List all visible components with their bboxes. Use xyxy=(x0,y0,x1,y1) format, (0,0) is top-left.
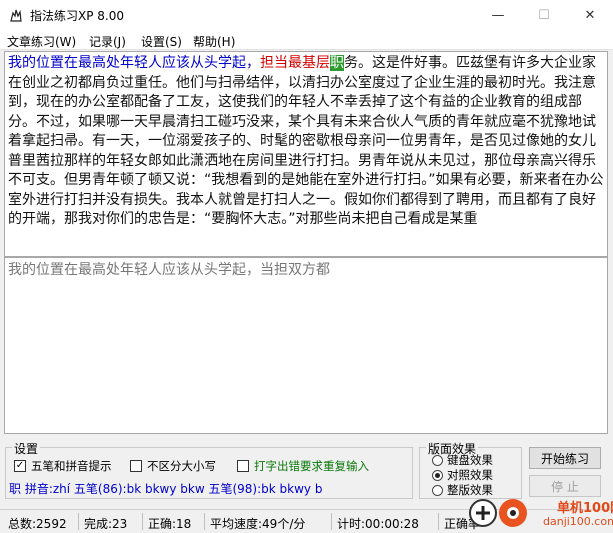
radio-on-icon xyxy=(432,469,443,481)
maximize-button[interactable]: ☐ xyxy=(521,0,567,30)
comparison-effect-label: 对照效果 xyxy=(447,468,493,482)
close-button[interactable]: ✕ xyxy=(567,0,613,30)
typed-input-text: 我的位置在最高处年轻人应该从头学起，当担双方都 xyxy=(8,262,330,278)
checkbox-empty-icon xyxy=(130,460,142,472)
wubi-pinyin-hint-label: 五笔和拼音提示 xyxy=(31,459,112,473)
reference-text-panel[interactable]: 我的位置在最高处年轻人应该从头学起，担当最基层职务。这是件好事。匹兹堡有许多大企… xyxy=(4,51,608,257)
case-insensitive-checkbox[interactable]: 不区分大小写 xyxy=(130,458,216,474)
status-completed: 完成:23 xyxy=(84,517,128,531)
typed-wrong-text: 担当最基层 xyxy=(260,55,330,71)
checkbox-empty-icon xyxy=(237,460,249,472)
watermark-logo-icon xyxy=(499,499,527,527)
settings-group: 设置 ✓ 五笔和拼音提示 不区分大小写 打字出错要求重复输入 职 拼音:zhí … xyxy=(5,440,413,499)
watermark-plus-icon xyxy=(469,499,497,527)
wubi-pinyin-hint-checkbox[interactable]: ✓ 五笔和拼音提示 xyxy=(14,458,112,474)
window-title: 指法练习XP 8.00 xyxy=(30,9,124,23)
remaining-text: 务。这是件好事。匹兹堡有许多大企业家在创业之初都肩负过重任。他们与扫帚结伴，以清… xyxy=(8,55,604,227)
radio-off-icon xyxy=(432,484,443,496)
status-separator xyxy=(142,513,143,530)
status-timer: 计时:00:00:28 xyxy=(337,517,419,531)
menu-settings[interactable]: 设置(S) xyxy=(141,33,182,50)
watermark-site-url: danji100.com xyxy=(543,515,613,528)
title-bar: 指法练习XP 8.00 — ☐ ✕ xyxy=(0,0,613,30)
current-character: 职 xyxy=(330,55,344,71)
radio-off-icon xyxy=(432,454,443,466)
case-insensitive-label: 不区分大小写 xyxy=(147,459,216,473)
keyboard-effect-label: 键盘效果 xyxy=(447,453,493,467)
status-separator xyxy=(78,513,79,530)
settings-group-title: 设置 xyxy=(12,440,41,457)
repeat-on-error-label: 打字出错要求重复输入 xyxy=(254,459,369,473)
status-separator xyxy=(204,513,205,530)
checkbox-checked-icon: ✓ xyxy=(14,460,26,472)
menu-bar: 文章练习(W) 记录(J) 设置(S) 帮助(H) xyxy=(0,30,613,50)
minimize-button[interactable]: — xyxy=(475,0,521,30)
repeat-on-error-checkbox[interactable]: 打字出错要求重复输入 xyxy=(237,458,369,474)
status-separator xyxy=(438,513,439,530)
status-total: 总数:2592 xyxy=(8,517,67,531)
status-average-speed: 平均速度:49个/分 xyxy=(210,517,306,531)
reference-text: 我的位置在最高处年轻人应该从头学起，担当最基层职务。这是件好事。匹兹堡有许多大企… xyxy=(8,54,604,230)
typing-input-area[interactable]: 我的位置在最高处年轻人应该从头学起，当担双方都 xyxy=(4,257,608,434)
status-separator xyxy=(331,513,332,530)
start-practice-button[interactable]: 开始练习 xyxy=(529,447,601,469)
site-watermark: 单机100网 danji100.com xyxy=(465,490,613,533)
menu-help[interactable]: 帮助(H) xyxy=(193,33,235,50)
menu-article-practice[interactable]: 文章练习(W) xyxy=(7,33,76,50)
typed-correct-text: 我的位置在最高处年轻人应该从头学起， xyxy=(8,55,260,71)
status-correct: 正确:18 xyxy=(148,517,192,531)
watermark-site-name: 单机100网 xyxy=(557,501,613,516)
character-code-hint: 职 拼音:zhí 五笔(86):bk bkwy bkw 五笔(98):bk bk… xyxy=(9,482,323,496)
app-hand-icon xyxy=(10,9,22,22)
menu-records[interactable]: 记录(J) xyxy=(89,33,126,50)
comparison-effect-radio[interactable]: 对照效果 xyxy=(432,467,493,483)
keyboard-effect-radio[interactable]: 键盘效果 xyxy=(432,452,493,468)
